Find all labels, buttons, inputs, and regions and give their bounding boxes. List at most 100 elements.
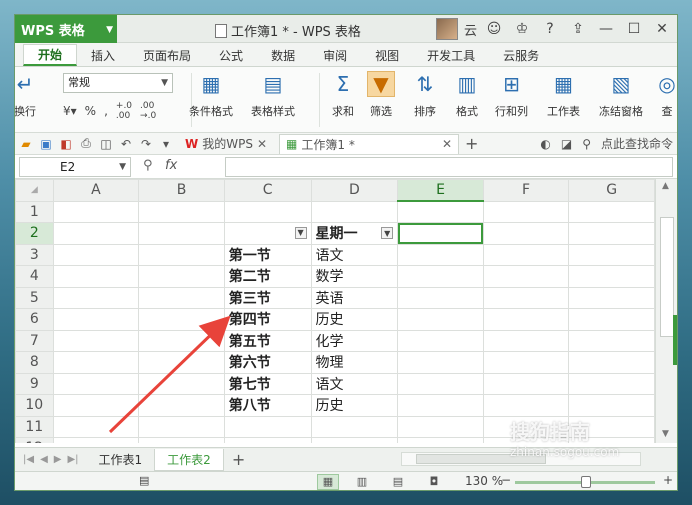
selected-cell[interactable] (397, 222, 484, 245)
row-header[interactable]: 10 (15, 394, 54, 417)
cell[interactable] (397, 265, 484, 288)
cell[interactable]: ▼ (223, 222, 312, 245)
cell[interactable] (52, 437, 140, 443)
zoom-in-button[interactable]: + (663, 473, 673, 487)
row-header[interactable]: 7 (15, 329, 54, 352)
cell[interactable]: 星期一 ▼ (310, 222, 399, 245)
user-label[interactable]: 云 (464, 20, 477, 39)
row-header[interactable]: 8 (15, 351, 54, 374)
conditional-format-button[interactable]: ▦ 条件格式 (189, 71, 233, 119)
column-header[interactable]: A (52, 179, 140, 202)
column-header[interactable]: C (223, 179, 312, 202)
rows-cols-button[interactable]: ⊞ 行和列 (495, 71, 528, 119)
cell[interactable] (482, 308, 570, 331)
cell[interactable] (482, 200, 570, 223)
share-icon[interactable]: ◪ (561, 137, 572, 151)
cell[interactable]: 第五节 (223, 329, 312, 352)
cell[interactable] (52, 243, 140, 266)
cell[interactable]: 语文 (310, 243, 399, 266)
skin-icon[interactable]: ☺ (483, 21, 505, 37)
command-search[interactable]: 点此查找命令 (601, 135, 673, 152)
freeze-button[interactable]: ▧ 冻结窗格 (599, 71, 643, 119)
cell[interactable] (397, 286, 484, 309)
worksheet-button[interactable]: ▦ 工作表 (547, 71, 580, 119)
sync-icon[interactable]: ◐ (540, 137, 550, 151)
find-button[interactable]: ◎ 查 (653, 71, 677, 119)
cell[interactable] (310, 415, 399, 438)
maximize-button[interactable]: ☐ (623, 21, 645, 37)
cell[interactable] (138, 415, 225, 438)
scroll-up-icon[interactable]: ▲ (662, 181, 669, 191)
app-menu-button[interactable]: WPS 表格 ▼ (15, 15, 117, 43)
reading-view-icon[interactable]: ◘ (423, 474, 445, 490)
sort-button[interactable]: ⇅ 排序 (411, 71, 439, 119)
cell[interactable] (310, 200, 399, 223)
add-sheet-button[interactable]: + (224, 450, 253, 469)
cell[interactable] (482, 222, 570, 245)
side-panel-handle[interactable] (673, 315, 677, 365)
cell[interactable]: 英语 (310, 286, 399, 309)
last-sheet-icon[interactable]: ▶| (67, 454, 78, 465)
cell[interactable] (138, 286, 225, 309)
cell[interactable] (482, 372, 570, 395)
scroll-thumb[interactable] (660, 217, 674, 337)
cell[interactable] (482, 243, 570, 266)
cell[interactable] (568, 329, 655, 352)
pdf-icon[interactable]: ◧ (59, 137, 73, 151)
cell[interactable]: 第二节 (223, 265, 312, 288)
cell[interactable] (568, 200, 655, 223)
name-box[interactable]: E2 ▼ (19, 157, 131, 177)
close-icon[interactable]: ✕ (257, 137, 267, 151)
cell[interactable] (138, 265, 225, 288)
row-header[interactable]: 3 (15, 243, 54, 266)
page-break-view-icon[interactable]: ▤ (387, 474, 409, 490)
cell[interactable] (482, 351, 570, 374)
cell[interactable] (397, 243, 484, 266)
cell[interactable]: 历史 (310, 394, 399, 417)
undo-icon[interactable]: ↶ (119, 137, 133, 151)
column-header[interactable]: F (482, 179, 570, 202)
cell[interactable] (568, 372, 655, 395)
row-header[interactable]: 2 (15, 222, 54, 245)
row-header[interactable]: 9 (15, 372, 54, 395)
tab-view[interactable]: 视图 (361, 44, 413, 66)
filter-dropdown-icon[interactable]: ▼ (294, 227, 307, 240)
cell[interactable] (138, 329, 225, 352)
shirt-icon[interactable]: ♔ (511, 21, 533, 37)
table-style-button[interactable]: ▤ 表格样式 (251, 71, 295, 119)
cell[interactable] (397, 394, 484, 417)
cell[interactable] (52, 308, 140, 331)
cell[interactable] (138, 394, 225, 417)
doc-tab-mywps[interactable]: W 我的WPS ✕ (179, 134, 273, 154)
fx-icon[interactable]: fx (165, 158, 177, 173)
row-header[interactable]: 5 (15, 286, 54, 309)
zoom-level[interactable]: 130 % (465, 474, 503, 488)
comma-button[interactable]: , (104, 104, 108, 118)
restore-ribbon-icon[interactable]: ⇪ (567, 21, 589, 37)
column-header[interactable]: E (397, 179, 484, 202)
new-tab-button[interactable]: + (465, 134, 478, 153)
zoom-formula-icon[interactable]: ⚲ (143, 158, 153, 173)
cell[interactable] (52, 415, 140, 438)
doc-tab-workbook[interactable]: ▦ 工作簿1 * ✕ (279, 133, 460, 154)
tab-insert[interactable]: 插入 (77, 44, 129, 66)
format-button[interactable]: ▥ 格式 (453, 71, 481, 119)
cell[interactable] (568, 351, 655, 374)
page-layout-view-icon[interactable]: ▥ (351, 474, 373, 490)
tab-developer[interactable]: 开发工具 (413, 44, 489, 66)
cell[interactable]: 第八节 (223, 394, 312, 417)
formula-input[interactable] (225, 157, 673, 177)
cell[interactable] (138, 351, 225, 374)
cell[interactable] (223, 200, 312, 223)
sum-button[interactable]: Σ 求和 (329, 71, 357, 119)
tab-formulas[interactable]: 公式 (205, 44, 257, 66)
cell[interactable] (397, 308, 484, 331)
cell[interactable] (397, 200, 484, 223)
cell[interactable] (568, 265, 655, 288)
tab-cloud[interactable]: 云服务 (489, 44, 553, 66)
normal-view-icon[interactable]: ▦ (317, 474, 339, 490)
first-sheet-icon[interactable]: |◀ (23, 454, 34, 465)
cell[interactable] (397, 437, 484, 443)
cell[interactable] (568, 394, 655, 417)
cell[interactable] (397, 372, 484, 395)
